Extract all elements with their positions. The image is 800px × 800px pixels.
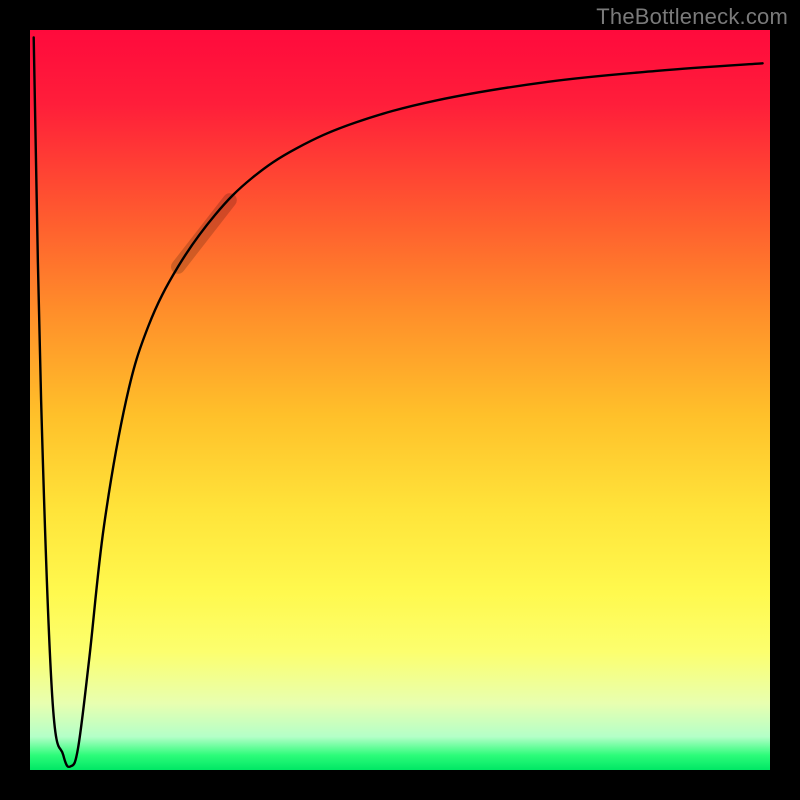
curve-svg xyxy=(30,30,770,770)
highlight-segment-path xyxy=(178,200,230,267)
plot-area xyxy=(30,30,770,770)
chart-frame: TheBottleneck.com xyxy=(0,0,800,800)
watermark-text: TheBottleneck.com xyxy=(596,4,788,30)
bottleneck-curve-path xyxy=(34,37,763,767)
